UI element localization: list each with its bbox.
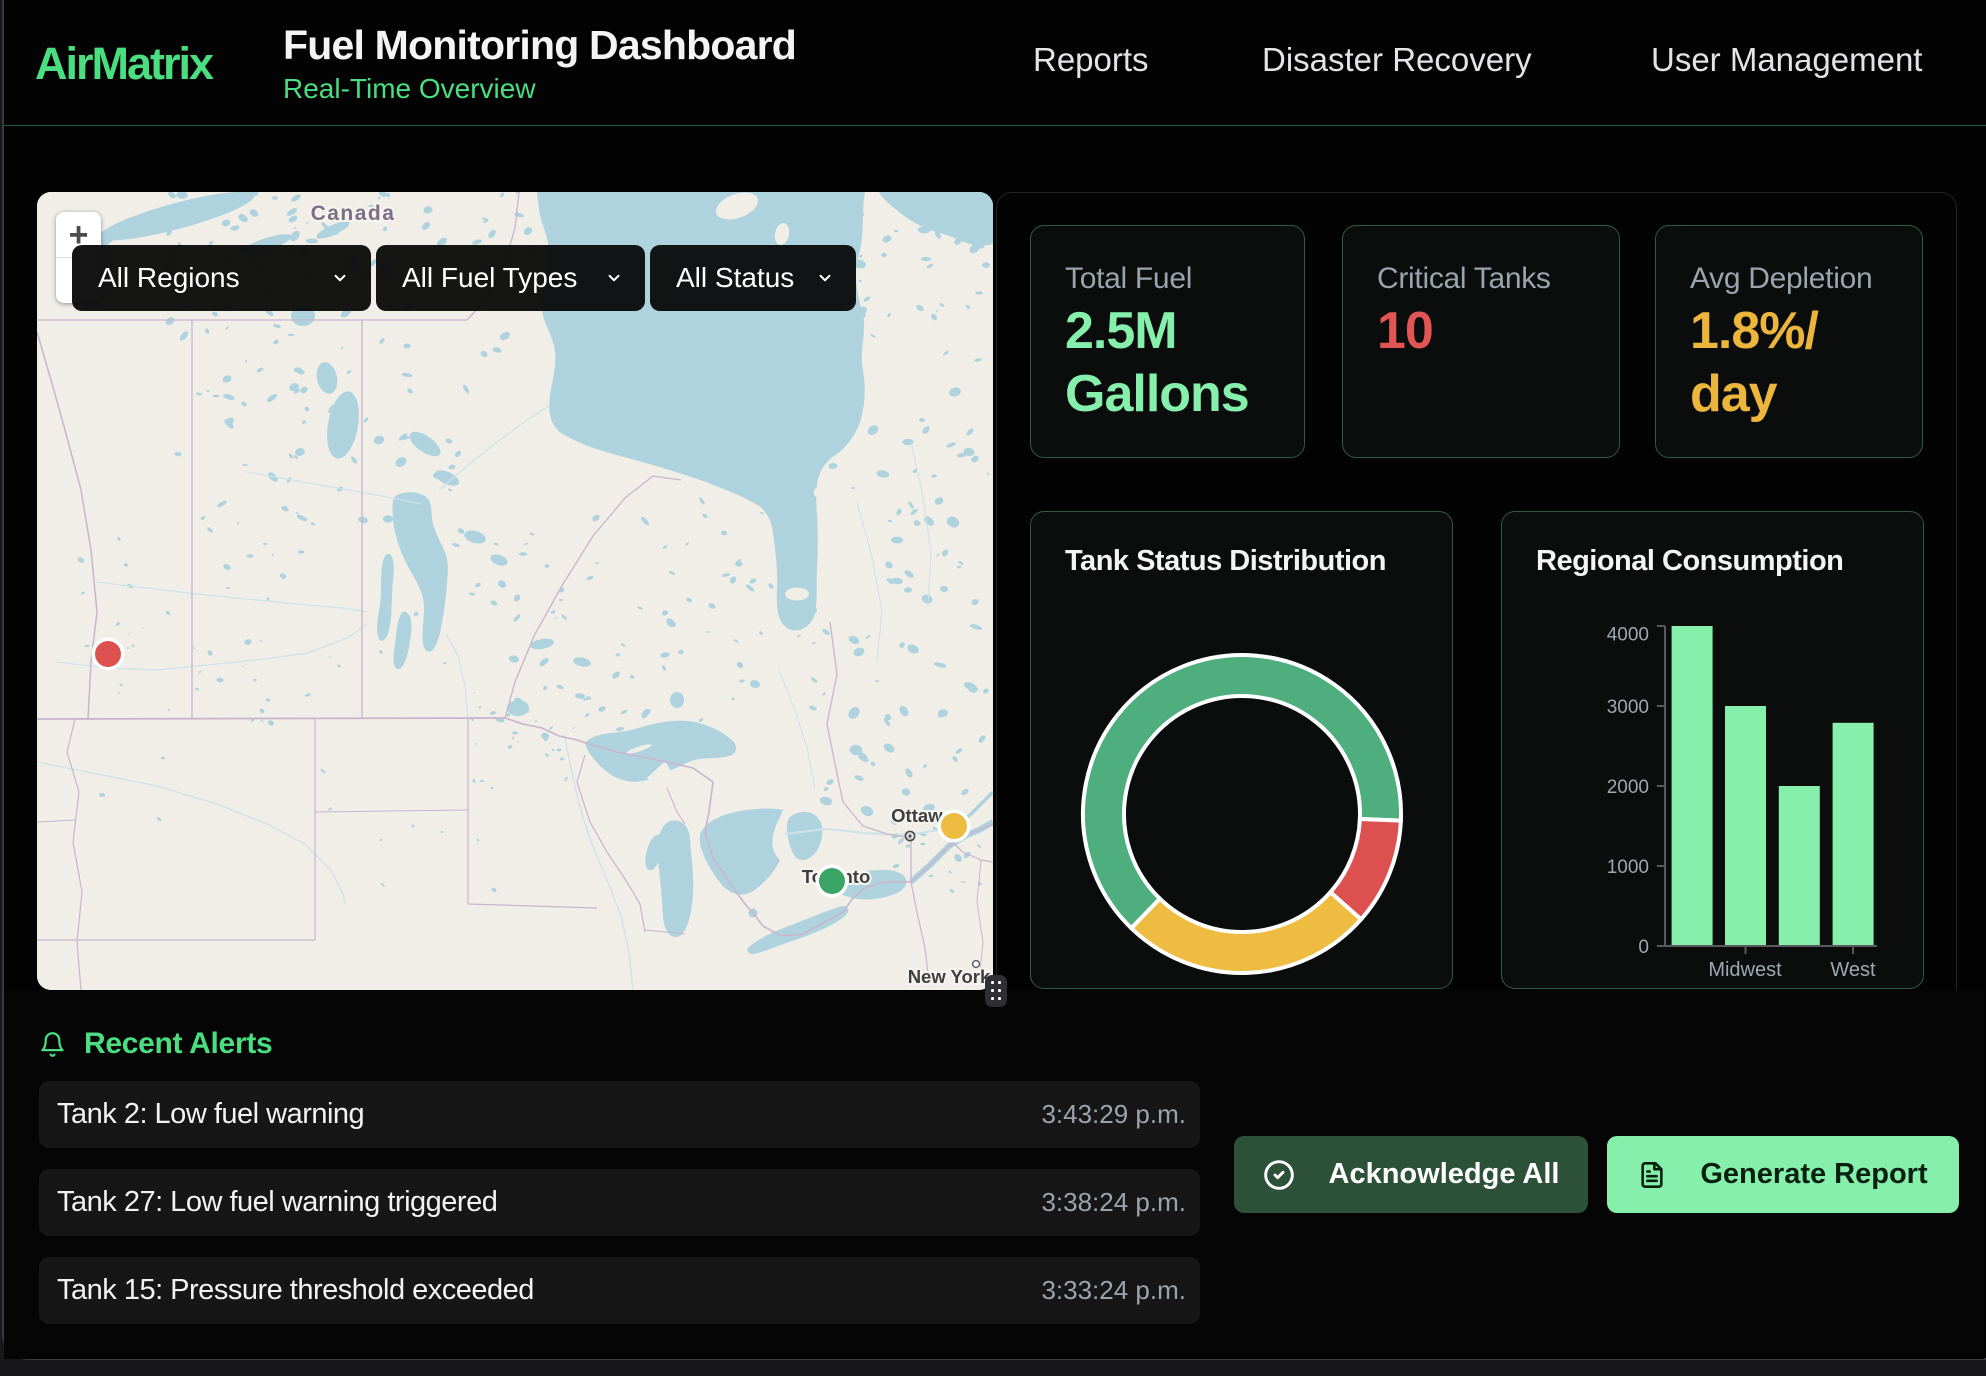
svg-text:1000: 1000 [1607, 857, 1649, 878]
svg-text:2000: 2000 [1607, 777, 1649, 798]
svg-text:Canada: Canada [311, 202, 396, 225]
svg-text:4000: 4000 [1607, 625, 1649, 646]
svg-text:0: 0 [1638, 937, 1649, 958]
svg-text:West: West [1830, 959, 1876, 981]
svg-text:3000: 3000 [1607, 697, 1649, 718]
svg-text:New York: New York [908, 966, 991, 987]
svg-text:Midwest: Midwest [1708, 959, 1782, 981]
